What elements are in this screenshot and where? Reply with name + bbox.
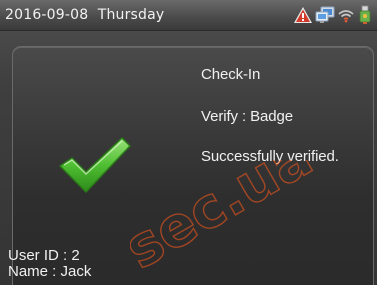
verification-screen: 2016-09-08 Thursday Check-In Verify: Ba… (0, 0, 377, 285)
verification-message: Successfully verified. (201, 148, 339, 165)
network-icon (315, 6, 335, 24)
status-date-weekday: 2016-09-08 Thursday (5, 7, 164, 23)
verification-type: Check-In (201, 66, 261, 83)
verification-method: Verify : Badge (201, 108, 293, 125)
status-weekday: Thursday (97, 7, 165, 23)
alarm-warning-icon (293, 6, 313, 24)
user-id-label: User ID : 2 (8, 247, 80, 264)
status-icons (293, 3, 373, 27)
wifi-icon (337, 6, 355, 24)
status-date: 2016-09-08 (5, 7, 89, 23)
user-name-label: Name : Jack (8, 263, 92, 280)
status-bar: 2016-09-08 Thursday (0, 0, 377, 31)
checkmark-icon (56, 136, 132, 196)
usb-icon (357, 5, 373, 25)
